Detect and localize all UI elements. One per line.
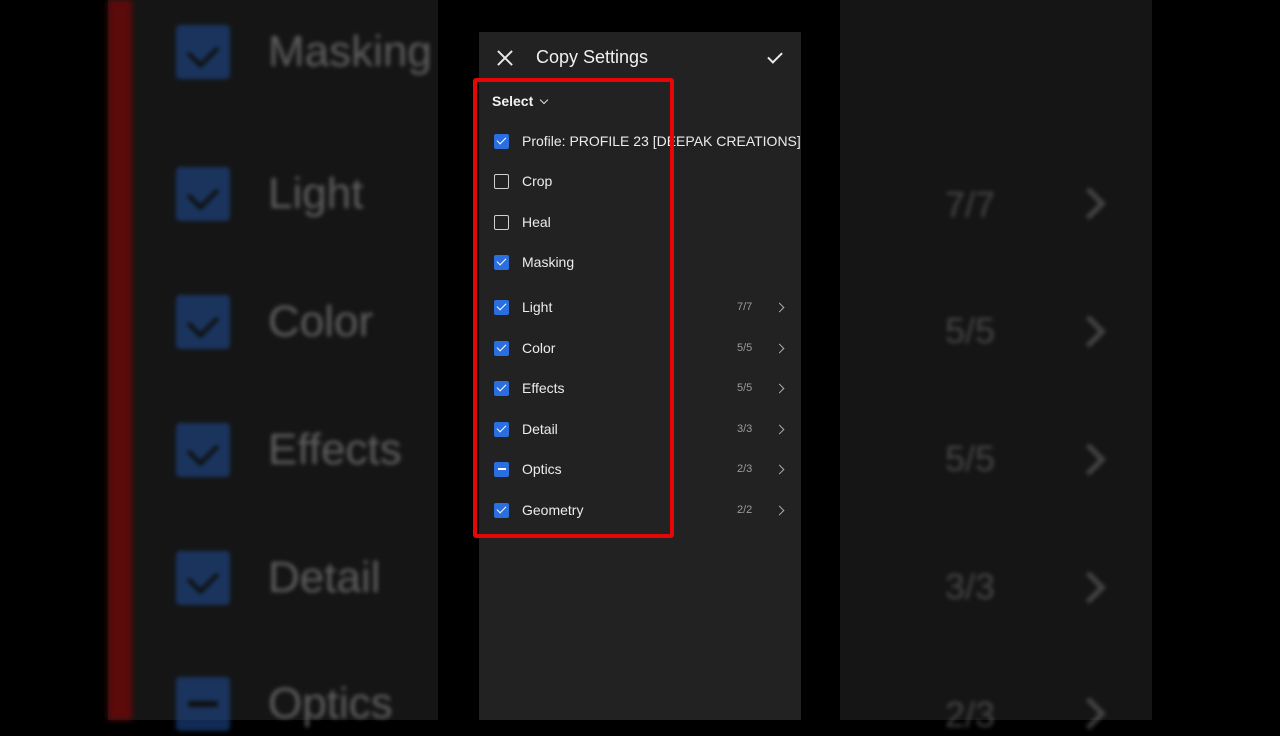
chevron-right-icon[interactable] xyxy=(774,505,785,515)
list-item-detail[interactable]: Detail 3/3 xyxy=(479,413,801,445)
checkbox-unchecked[interactable] xyxy=(494,214,509,230)
background-chevron-right-icon xyxy=(1073,443,1106,476)
background-row-label: Color xyxy=(268,297,374,346)
item-label: Geometry xyxy=(522,502,584,518)
background-row: Masking xyxy=(176,24,432,80)
background-chevron-right-icon xyxy=(1073,697,1106,730)
list-item-optics[interactable]: Optics 2/3 xyxy=(479,453,801,485)
background-row: Effects xyxy=(176,422,402,478)
background-row-label: Masking xyxy=(268,27,432,76)
chevron-right-icon[interactable] xyxy=(774,383,785,393)
item-count: 5/5 xyxy=(737,382,753,394)
item-label: Detail xyxy=(522,421,558,437)
chevron-right-icon[interactable] xyxy=(774,343,785,353)
select-label: Select xyxy=(492,93,534,109)
background-row: Detail xyxy=(176,550,381,606)
list-item-heal[interactable]: Heal xyxy=(479,206,801,238)
item-count: 2/2 xyxy=(737,504,753,516)
checkbox-unchecked[interactable] xyxy=(494,173,509,189)
list-item-profile[interactable]: Profile: PROFILE 23 [DEEPAK CREATIONS] xyxy=(479,125,801,157)
list-item-geometry[interactable]: Geometry 2/2 xyxy=(479,494,801,526)
background-chevron-right-icon xyxy=(1073,315,1106,348)
list-item-light[interactable]: Light 7/7 xyxy=(479,291,801,323)
background-row-count: 5/5 xyxy=(945,438,996,479)
background-row-label: Optics xyxy=(268,679,393,728)
checkbox-checked[interactable] xyxy=(494,340,509,356)
background-chevron-right-icon xyxy=(1073,187,1106,220)
list-item-crop[interactable]: Crop xyxy=(479,165,801,197)
chevron-right-icon[interactable] xyxy=(774,424,785,434)
checkbox-checked[interactable] xyxy=(494,254,509,270)
item-label: Color xyxy=(522,340,556,356)
background-checkbox xyxy=(176,423,230,477)
item-label: Crop xyxy=(522,173,553,189)
chevron-down-icon xyxy=(540,95,549,104)
top-bar: Copy Settings xyxy=(479,32,801,84)
item-count: 5/5 xyxy=(737,342,753,354)
checkbox-checked[interactable] xyxy=(494,421,509,437)
item-label: Light xyxy=(522,299,553,315)
item-label: Masking xyxy=(522,254,575,270)
item-label: Optics xyxy=(522,461,562,477)
list-item-color[interactable]: Color 5/5 xyxy=(479,332,801,364)
item-label: Heal xyxy=(522,214,551,230)
background-row-count: 5/5 xyxy=(945,310,996,351)
background-row-count: 7/7 xyxy=(945,184,996,225)
background-row-count: 2/3 xyxy=(945,694,996,735)
copy-settings-panel: Copy Settings Select Profile: PROFILE 23… xyxy=(479,32,801,720)
background-checkbox xyxy=(176,25,230,79)
background-chevron-right-icon xyxy=(1073,571,1106,604)
item-count: 2/3 xyxy=(737,463,753,475)
background-row: Optics xyxy=(176,676,393,732)
background-row-count: 3/3 xyxy=(945,566,996,607)
checkbox-checked[interactable] xyxy=(494,133,509,149)
list-item-masking[interactable]: Masking xyxy=(479,246,801,278)
checkbox-partial[interactable] xyxy=(494,461,509,477)
background-checkbox xyxy=(176,677,230,731)
page-title: Copy Settings xyxy=(536,47,649,67)
item-label: Effects xyxy=(522,380,565,396)
checkbox-checked[interactable] xyxy=(494,299,509,315)
chevron-right-icon[interactable] xyxy=(774,464,785,474)
item-label: Profile: PROFILE 23 [DEEPAK CREATIONS] xyxy=(522,133,801,149)
item-count: 3/3 xyxy=(737,423,753,435)
chevron-right-icon[interactable] xyxy=(774,302,785,312)
close-icon[interactable] xyxy=(495,48,515,68)
background-checkbox xyxy=(176,295,230,349)
list-item-effects[interactable]: Effects 5/5 xyxy=(479,372,801,404)
background-checkbox xyxy=(176,167,230,221)
checkmark-icon[interactable] xyxy=(765,49,783,67)
background-row-label: Effects xyxy=(268,425,402,474)
item-count: 7/7 xyxy=(737,301,753,313)
checkbox-checked[interactable] xyxy=(494,380,509,396)
checkbox-checked[interactable] xyxy=(494,502,509,518)
background-row: Color xyxy=(176,294,373,350)
select-dropdown[interactable]: Select xyxy=(492,93,549,109)
background-row-label: Light xyxy=(268,169,364,218)
background-row: Light xyxy=(176,166,363,222)
background-row-label: Detail xyxy=(268,553,381,602)
background-checkbox xyxy=(176,551,230,605)
